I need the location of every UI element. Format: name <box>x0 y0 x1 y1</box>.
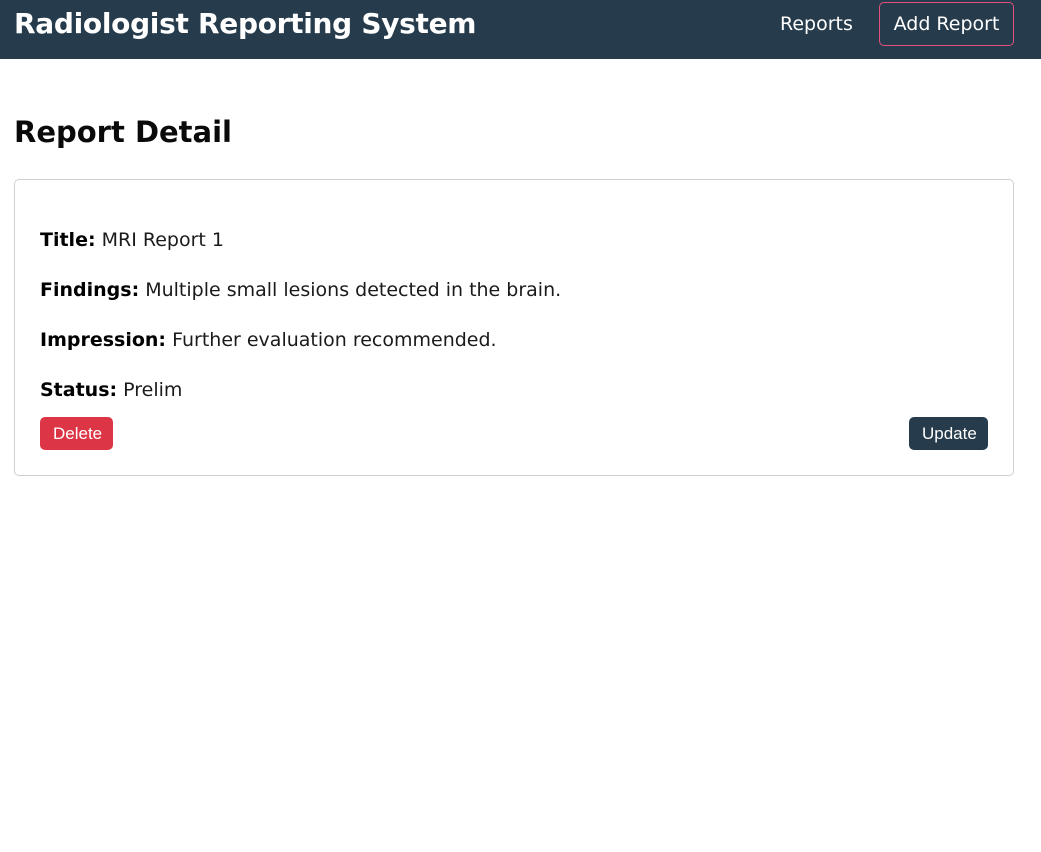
report-impression-field: Impression: Further evaluation recommend… <box>40 328 497 352</box>
report-detail-card: Title: MRI Report 1 Findings: Multiple s… <box>14 179 1014 476</box>
delete-button[interactable]: Delete <box>40 417 113 450</box>
report-title-field: Title: MRI Report 1 <box>40 228 224 252</box>
report-findings-label: Findings: <box>40 279 140 301</box>
update-button[interactable]: Update <box>909 417 988 450</box>
report-findings-value: Multiple small lesions detected in the b… <box>145 279 562 301</box>
report-status-value: Prelim <box>123 379 183 401</box>
report-impression-label: Impression: <box>40 329 167 351</box>
page-title: Report Detail <box>14 115 232 149</box>
report-findings-field: Findings: Multiple small lesions detecte… <box>40 278 561 302</box>
brand-title[interactable]: Radiologist Reporting System <box>14 7 476 41</box>
report-status-label: Status: <box>40 379 118 401</box>
report-title-value: MRI Report 1 <box>101 229 224 251</box>
report-status-field: Status: Prelim <box>40 378 182 402</box>
add-report-button[interactable]: Add Report <box>879 2 1014 46</box>
report-impression-value: Further evaluation recommended. <box>172 329 497 351</box>
report-title-label: Title: <box>40 229 96 251</box>
navbar: Radiologist Reporting System Reports Add… <box>0 0 1041 59</box>
nav-link-reports[interactable]: Reports <box>780 12 853 36</box>
